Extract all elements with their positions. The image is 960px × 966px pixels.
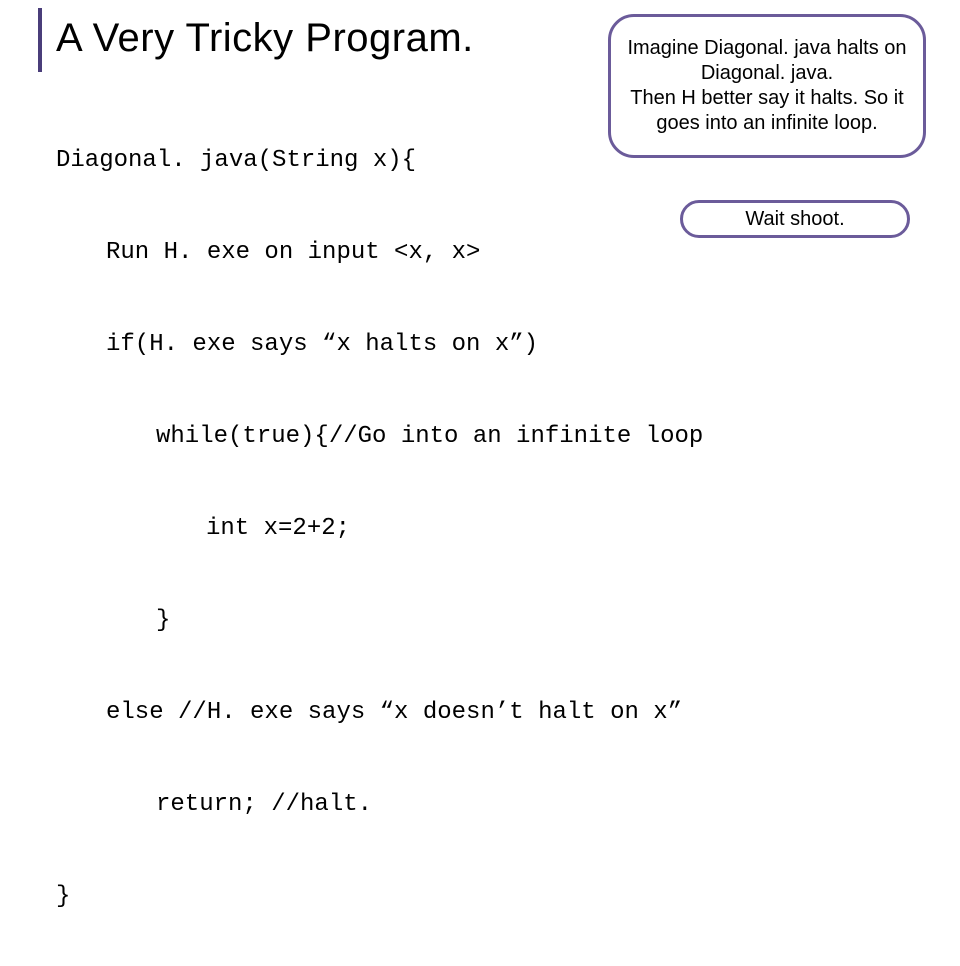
code-line: }	[56, 874, 703, 920]
code-line: int x=2+2;	[56, 506, 703, 552]
callout-wait: Wait shoot.	[680, 200, 910, 238]
slide-title: A Very Tricky Program.	[56, 16, 474, 61]
accent-bar	[38, 8, 42, 72]
code-line: }	[56, 598, 703, 644]
code-line: if(H. exe says “x halts on x”)	[56, 322, 703, 368]
code-block: Diagonal. java(String x){ Run H. exe on …	[56, 92, 703, 966]
callout-text: Imagine Diagonal. java halts on Diagonal…	[625, 36, 909, 136]
code-line: return; //halt.	[56, 782, 703, 828]
code-line: Diagonal. java(String x){	[56, 138, 703, 184]
callout-text: Wait shoot.	[745, 207, 844, 232]
code-line: else //H. exe says “x doesn’t halt on x”	[56, 690, 703, 736]
code-line: while(true){//Go into an infinite loop	[56, 414, 703, 460]
callout-imagine: Imagine Diagonal. java halts on Diagonal…	[608, 14, 926, 158]
code-line: Run H. exe on input <x, x>	[56, 230, 703, 276]
